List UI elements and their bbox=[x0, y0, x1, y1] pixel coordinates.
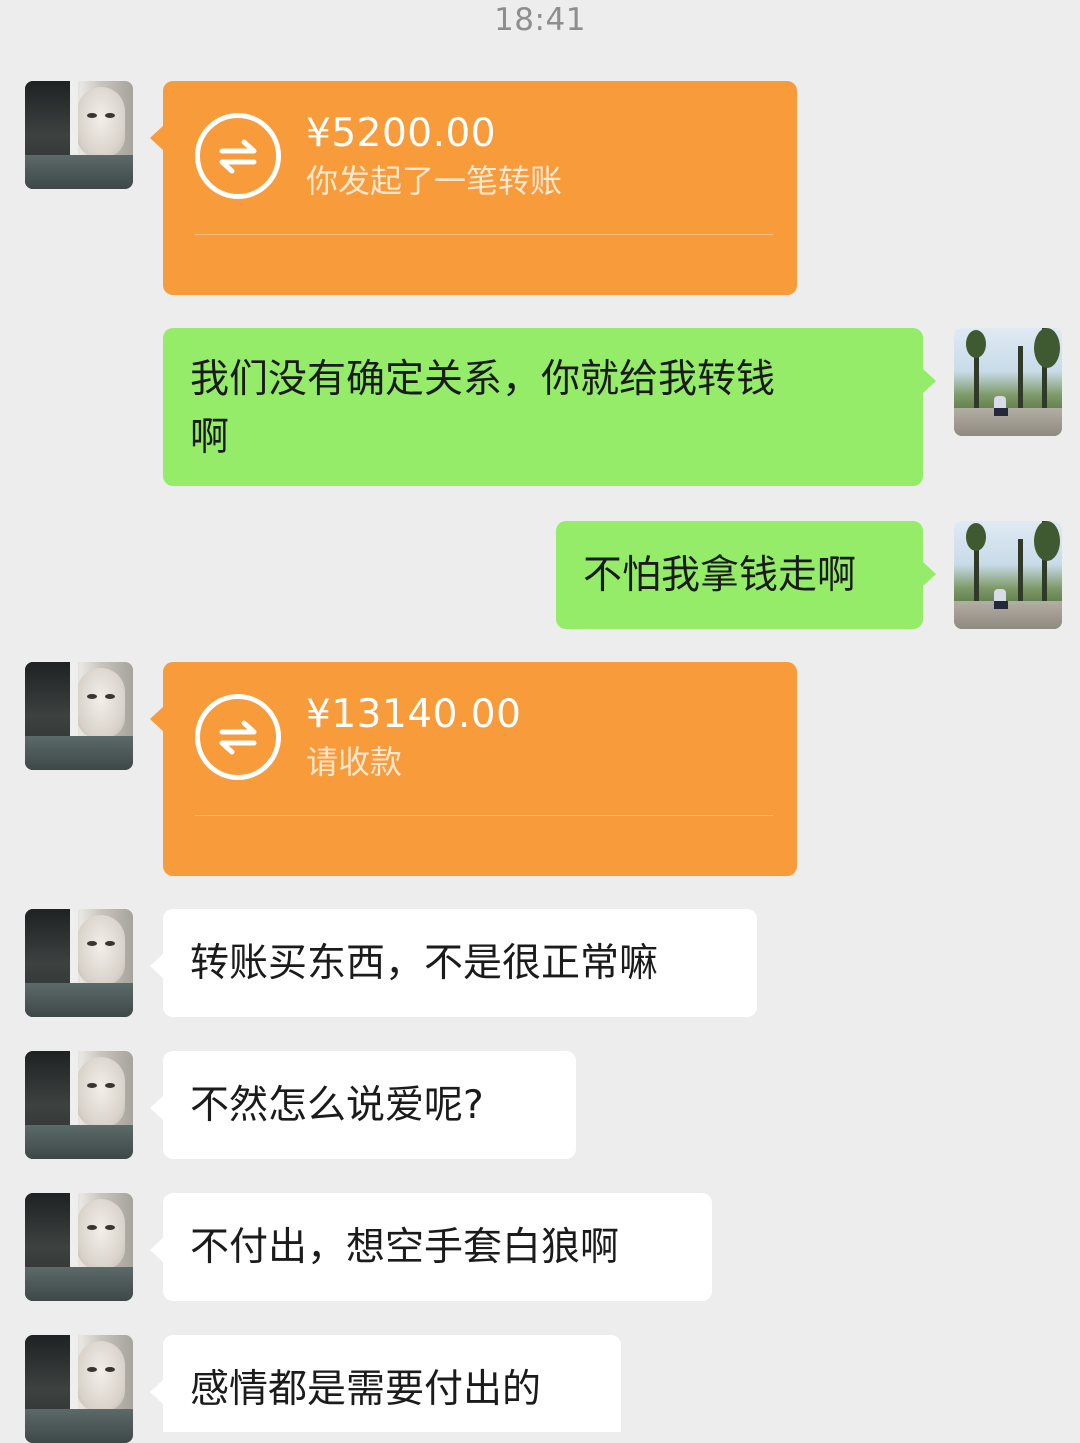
my-avatar[interactable] bbox=[954, 328, 1062, 436]
message-line: 我们没有确定关系，你就给我转钱 bbox=[190, 357, 776, 402]
message-bubble[interactable]: 不然怎么说爱呢? bbox=[150, 1051, 576, 1159]
contact-avatar[interactable] bbox=[25, 81, 133, 189]
message-line: 不怕我拿钱走啊 bbox=[583, 553, 857, 598]
contact-avatar[interactable] bbox=[25, 1193, 133, 1301]
message-bubble[interactable]: 不付出，想空手套白狼啊 bbox=[150, 1193, 712, 1301]
contact-avatar[interactable] bbox=[25, 1335, 133, 1443]
transfer-note: 你发起了一笔转账 bbox=[306, 162, 563, 200]
transfer-note: 请收款 bbox=[306, 743, 403, 781]
transfer-arrows-icon bbox=[195, 694, 281, 780]
message-bubble[interactable]: 我们没有确定关系，你就给我转钱 啊 bbox=[163, 328, 936, 486]
message-bubble[interactable]: 不怕我拿钱走啊 bbox=[556, 521, 936, 629]
message-line: 不然怎么说爱呢? bbox=[190, 1083, 484, 1128]
status-time: 18:41 bbox=[494, 2, 586, 38]
contact-avatar[interactable] bbox=[25, 909, 133, 1017]
message-line: 感情都是需要付出的 bbox=[190, 1367, 542, 1412]
transfer-arrows-icon bbox=[195, 113, 281, 199]
transfer-divider bbox=[195, 815, 773, 816]
contact-avatar[interactable] bbox=[25, 1051, 133, 1159]
message-line: 转账买东西，不是很正常嘛 bbox=[190, 941, 659, 986]
transfer-bubble[interactable]: ¥13140.00 请收款 bbox=[150, 662, 797, 876]
message-bubble[interactable]: 感情都是需要付出的 bbox=[150, 1335, 621, 1432]
contact-avatar[interactable] bbox=[25, 662, 133, 770]
message-bubble[interactable]: 转账买东西，不是很正常嘛 bbox=[150, 909, 757, 1017]
message-line: 啊 bbox=[190, 415, 230, 460]
transfer-amount: ¥13140.00 bbox=[306, 692, 522, 737]
transfer-bubble[interactable]: ¥5200.00 你发起了一笔转账 bbox=[150, 81, 797, 295]
my-avatar[interactable] bbox=[954, 521, 1062, 629]
message-line: 不付出，想空手套白狼啊 bbox=[190, 1225, 620, 1270]
transfer-divider bbox=[195, 234, 773, 235]
transfer-amount: ¥5200.00 bbox=[306, 111, 497, 156]
